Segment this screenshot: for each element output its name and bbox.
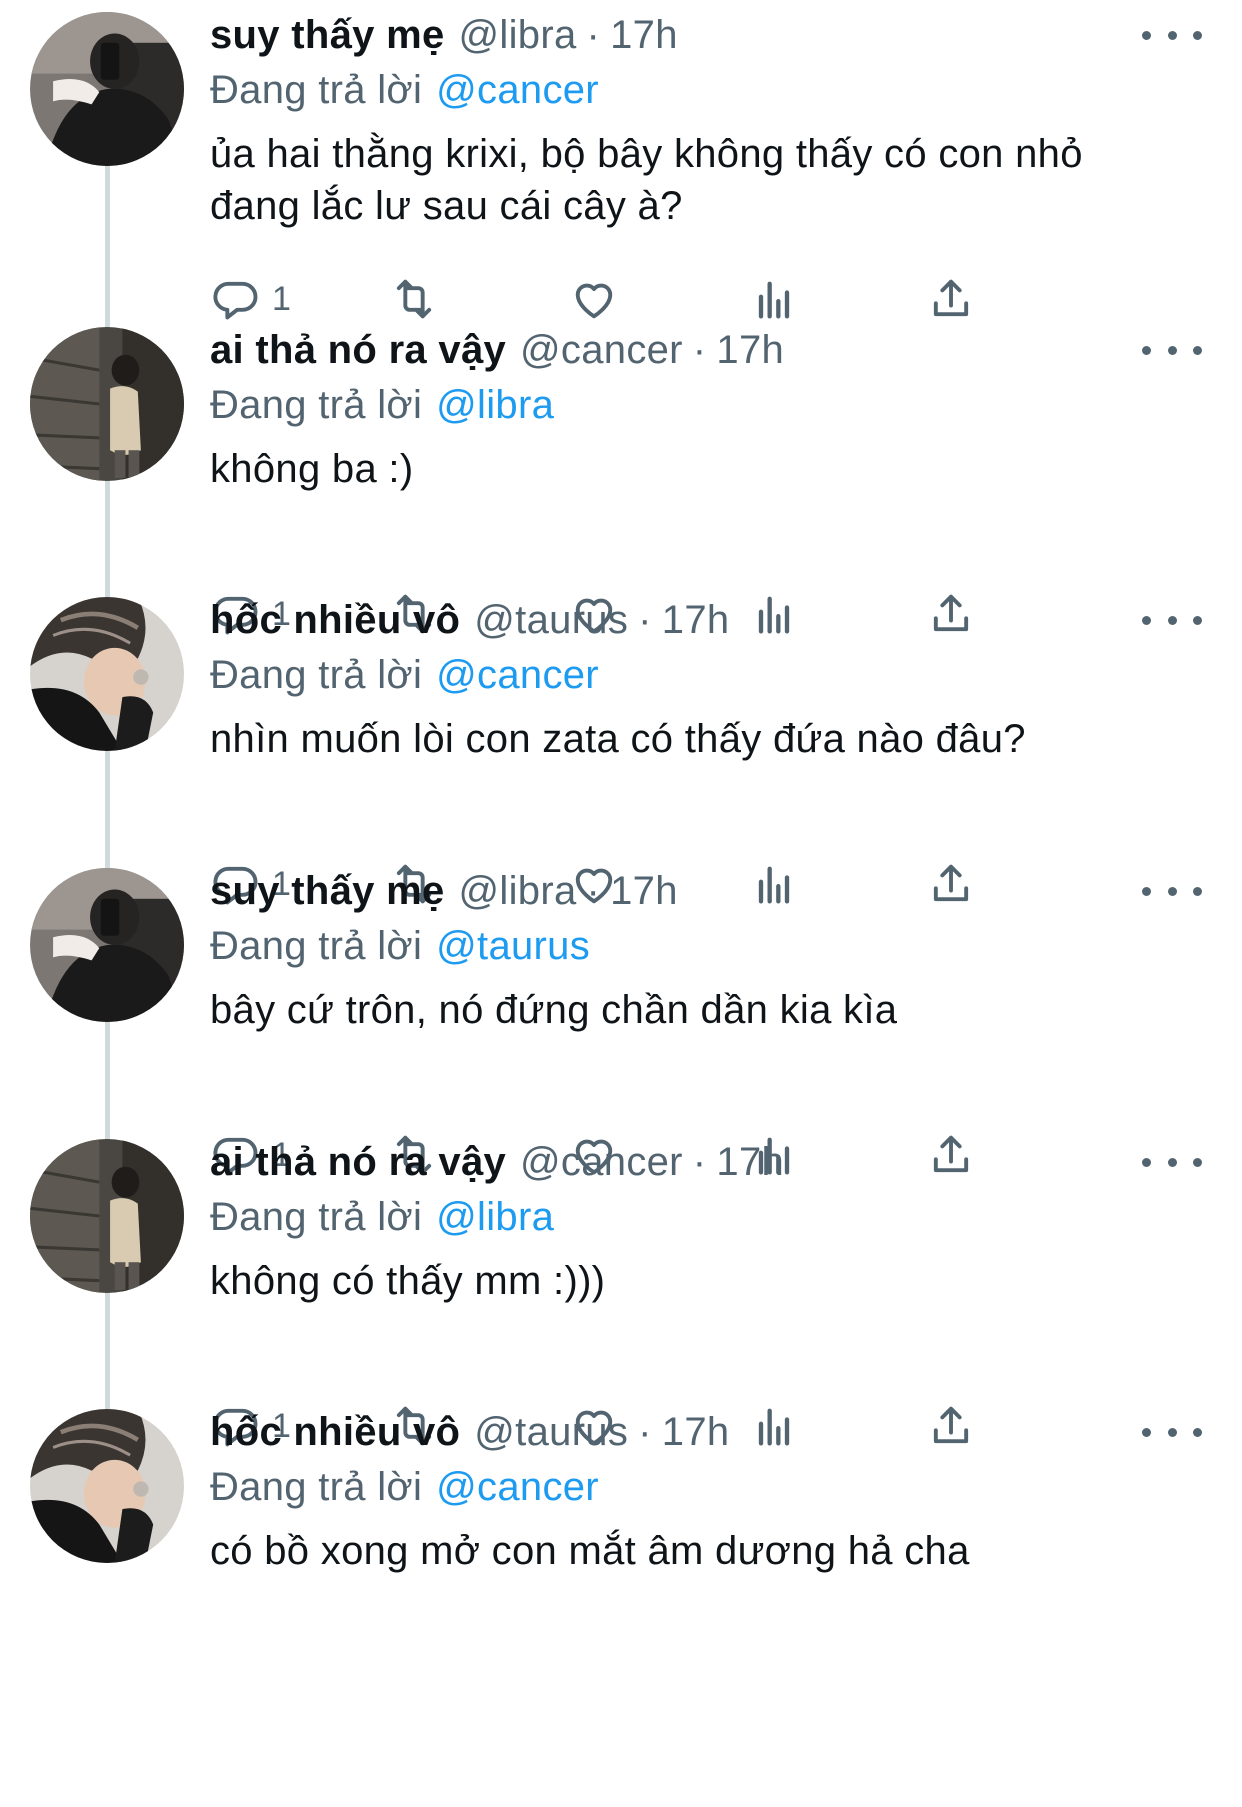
more-options-icon[interactable] <box>1142 1147 1202 1177</box>
more-options-icon[interactable] <box>1142 335 1202 365</box>
tweet-text-line: đang lắc lư sau cái cây à? <box>210 184 683 228</box>
replying-to-label: Đang trả lời <box>210 1194 423 1239</box>
avatar[interactable] <box>30 1139 184 1293</box>
more-options-icon[interactable] <box>1142 876 1202 906</box>
separator-dot: · <box>586 12 601 57</box>
replying-to-label: Đang trả lời <box>210 652 423 697</box>
tweet-text-line: bây cứ trôn, nó đứng chần dần kia kìa <box>210 988 898 1032</box>
share-icon <box>925 273 977 325</box>
handle[interactable]: @cancer <box>520 328 683 373</box>
tweet[interactable]: suy thấy mẹ @libra · 17h Đang trả lời @taurus… <box>0 862 1242 1176</box>
tweet-text-line: có bồ xong mở con mắt âm dương hả cha <box>210 1529 970 1573</box>
avatar[interactable] <box>30 1409 184 1563</box>
tweet-text: ủa hai thằng krixi, bộ bây không thấy có… <box>210 128 1190 232</box>
display-name[interactable]: hốc nhiều vô <box>210 598 460 643</box>
display-name[interactable]: suy thấy mẹ <box>210 13 445 58</box>
avatar[interactable] <box>30 12 184 166</box>
reply-mention-link[interactable]: @cancer <box>436 68 599 113</box>
views-button[interactable] <box>748 271 800 327</box>
reply-button[interactable]: 1 <box>210 271 291 327</box>
separator-dot: · <box>692 327 707 372</box>
display-name[interactable]: suy thấy mẹ <box>210 869 445 914</box>
tweet-text-line: nhìn muốn lòi con zata có thấy đứa nào đ… <box>210 717 1026 761</box>
replying-to-label: Đang trả lời <box>210 67 423 112</box>
replying-to: Đang trả lời @libra <box>210 1189 554 1245</box>
avatar[interactable] <box>30 597 184 751</box>
handle[interactable]: @taurus <box>474 1410 628 1455</box>
tweet-text-line: không ba :) <box>210 447 414 491</box>
timestamp[interactable]: 17h <box>662 1410 730 1455</box>
replying-to-label: Đang trả lời <box>210 923 423 968</box>
separator-dot: · <box>692 1139 707 1184</box>
tweet-text: không ba :) <box>210 443 1190 495</box>
handle[interactable]: @taurus <box>474 598 628 643</box>
tweet-thread: suy thấy mẹ @libra · 17h Đang trả lời @cancer… <box>0 0 1242 1807</box>
tweet-header: hốc nhiều vô @taurus · 17h <box>210 1403 729 1461</box>
tweet-text: nhìn muốn lòi con zata có thấy đứa nào đ… <box>210 713 1190 765</box>
reply-mention-link[interactable]: @taurus <box>436 924 590 969</box>
display-name[interactable]: hốc nhiều vô <box>210 1410 460 1455</box>
handle[interactable]: @libra <box>459 13 577 58</box>
separator-dot: · <box>638 597 652 642</box>
tweet-text: bây cứ trôn, nó đứng chần dần kia kìa <box>210 984 1190 1036</box>
timestamp[interactable]: 17h <box>662 598 730 643</box>
more-options-icon[interactable] <box>1142 605 1202 635</box>
replying-to: Đang trả lời @cancer <box>210 62 599 118</box>
display-name[interactable]: ai thả nó ra vậy <box>210 1140 506 1185</box>
tweet-header: suy thấy mẹ @libra · 17h <box>210 6 678 64</box>
tweet-header: hốc nhiều vô @taurus · 17h <box>210 591 729 649</box>
replying-to: Đang trả lời @cancer <box>210 647 599 703</box>
retweet-button[interactable] <box>388 271 440 327</box>
tweet[interactable]: ai thả nó ra vậy @cancer · 17h Đang trả lời @… <box>0 1133 1242 1447</box>
reply-count: 1 <box>272 279 291 318</box>
timestamp[interactable]: 17h <box>610 869 678 914</box>
reply-mention-link[interactable]: @libra <box>436 383 554 428</box>
reply-mention-link[interactable]: @libra <box>436 1195 554 1240</box>
replying-to-label: Đang trả lời <box>210 1464 423 1509</box>
replying-to: Đang trả lời @taurus <box>210 918 590 974</box>
replying-to-label: Đang trả lời <box>210 382 423 427</box>
like-button[interactable] <box>568 271 620 327</box>
tweet-text-line: không có thấy mm :))) <box>210 1259 606 1303</box>
separator-dot: · <box>638 1409 652 1454</box>
separator-dot: · <box>586 868 601 913</box>
tweet-text: có bồ xong mở con mắt âm dương hả cha <box>210 1525 1190 1577</box>
reply-mention-link[interactable]: @cancer <box>436 653 599 698</box>
tweet-header: ai thả nó ra vậy @cancer · 17h <box>210 1133 784 1191</box>
tweet[interactable]: suy thấy mẹ @libra · 17h Đang trả lời @cancer… <box>0 6 1242 320</box>
replying-to: Đang trả lời @libra <box>210 377 554 433</box>
share-button[interactable] <box>925 271 977 327</box>
timestamp[interactable]: 17h <box>716 1140 784 1185</box>
avatar[interactable] <box>30 868 184 1022</box>
reply-mention-link[interactable]: @cancer <box>436 1465 599 1510</box>
views-chart-icon <box>748 273 800 325</box>
tweet-header: ai thả nó ra vậy @cancer · 17h <box>210 321 784 379</box>
reply-icon <box>210 273 262 325</box>
tweet-text-line: ủa hai thằng krixi, bộ bây không thấy có… <box>210 132 1083 176</box>
action-bar: 1 <box>210 271 1110 327</box>
handle[interactable]: @cancer <box>520 1140 683 1185</box>
avatar[interactable] <box>30 327 184 481</box>
more-options-icon[interactable] <box>1142 20 1202 50</box>
tweet[interactable]: ai thả nó ra vậy @cancer · 17h Đang trả lời @… <box>0 321 1242 635</box>
timestamp[interactable]: 17h <box>610 13 678 58</box>
replying-to: Đang trả lời @cancer <box>210 1459 599 1515</box>
display-name[interactable]: ai thả nó ra vậy <box>210 328 506 373</box>
timestamp[interactable]: 17h <box>716 328 784 373</box>
heart-icon <box>568 273 620 325</box>
tweet-header: suy thấy mẹ @libra · 17h <box>210 862 678 920</box>
handle[interactable]: @libra <box>459 869 577 914</box>
more-options-icon[interactable] <box>1142 1417 1202 1447</box>
tweet-text: không có thấy mm :))) <box>210 1255 1190 1307</box>
tweet[interactable]: hốc nhiều vô @taurus · 17h Đang trả lời @canc… <box>0 591 1242 905</box>
tweet[interactable]: hốc nhiều vô @taurus · 17h Đang trả lời @canc… <box>0 1403 1242 1713</box>
retweet-icon <box>388 273 440 325</box>
